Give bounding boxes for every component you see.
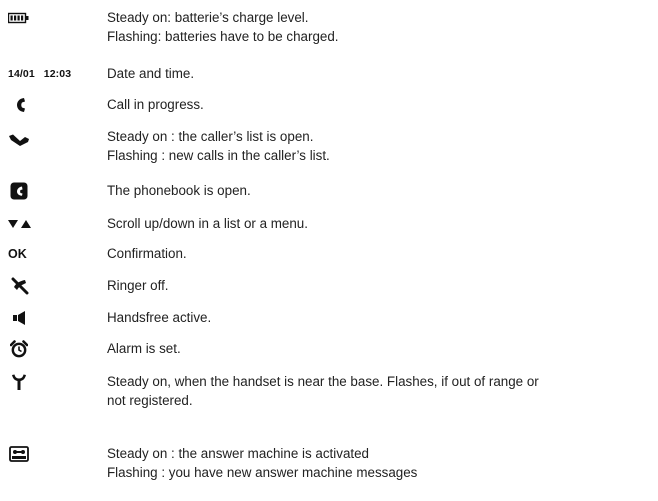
phonebook-icon-cell [0, 182, 100, 200]
battery-desc-line-2: Flashing: batteries have to be charged. [107, 29, 339, 44]
battery-desc-line-1: Steady on: batterie’s charge level. [107, 10, 309, 25]
ok-desc-line-1: Confirmation. [107, 246, 187, 261]
antenna-icon [12, 374, 26, 390]
ringer-off-icon [11, 277, 29, 295]
handset-icon [17, 98, 25, 112]
ok-label-cell: OK [0, 245, 100, 263]
callers-list-icon-cell [0, 131, 100, 149]
range-desc-line-2: not registered. [107, 393, 193, 408]
answer-machine-icon-cell [0, 445, 100, 463]
battery-icon [8, 12, 29, 24]
antenna-icon-cell [0, 373, 100, 391]
time-value: 12:03 [43, 68, 72, 80]
battery-icon-cell [0, 9, 100, 27]
callers-list-icon [9, 134, 29, 146]
speaker-icon-cell [0, 309, 100, 327]
answer-machine-icon [9, 446, 29, 462]
date-value: 14/01 [8, 68, 35, 80]
phonebook-icon [10, 182, 28, 200]
alarm-clock-icon [10, 340, 28, 358]
phonebook-desc-line-1: The phonebook is open. [107, 183, 251, 198]
answer-machine-desc-line-2: Flashing : you have new answer machine m… [107, 465, 418, 480]
range-desc-line-1: Steady on, when the handset is near the … [107, 374, 539, 389]
answer-machine-desc-line-1: Steady on : the answer machine is activa… [107, 446, 370, 461]
alarm-clock-icon-cell [0, 340, 100, 358]
scroll-arrows-icon-cell [0, 215, 100, 233]
scroll-desc-line-1: Scroll up/down in a list or a menu. [107, 216, 308, 231]
alarm-desc-line-1: Alarm is set. [107, 341, 181, 356]
call-desc-line-1: Call in progress. [107, 97, 204, 112]
ok-label: OK [8, 247, 27, 261]
callers-list-desc-line-1: Steady on : the caller’s list is open. [107, 129, 314, 144]
date-time-desc-line-1: Date and time. [107, 66, 195, 81]
handset-icon-cell [0, 96, 100, 114]
date-time-cell: 14/01 12:03 [0, 65, 100, 83]
ringer-off-desc-line-1: Ringer off. [107, 278, 169, 293]
handsfree-desc-line-1: Handsfree active. [107, 310, 212, 325]
callers-list-desc-line-2: Flashing : new calls in the caller’s lis… [107, 148, 330, 163]
ringer-off-icon-cell [0, 277, 100, 295]
scroll-arrows-icon [8, 220, 31, 228]
speaker-icon [13, 311, 25, 325]
